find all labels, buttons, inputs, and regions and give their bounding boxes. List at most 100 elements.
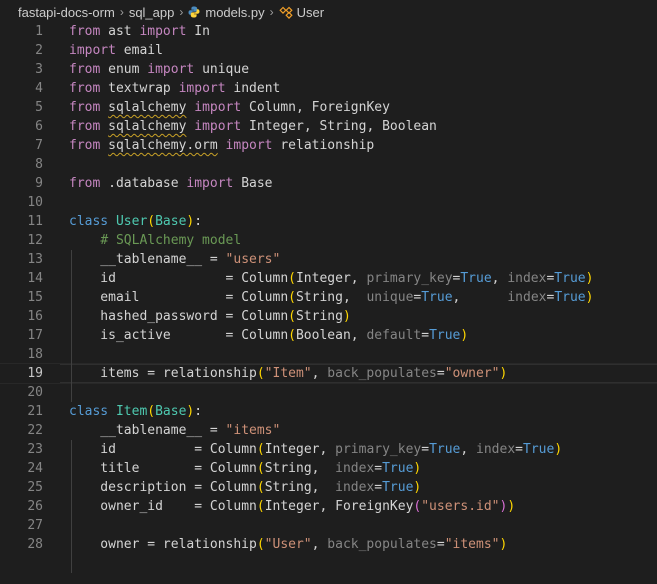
code-line[interactable]: 5 from sqlalchemy import Column, ForeignK… xyxy=(0,98,657,117)
code-token: sqlalchemy.orm xyxy=(108,138,218,153)
code-token: True xyxy=(554,290,586,305)
code-line[interactable]: 27 xyxy=(0,516,657,535)
code-line[interactable]: 13 __tablename__ = "users" xyxy=(0,250,657,269)
code-token: unique xyxy=(194,62,250,77)
code-line[interactable]: 18 xyxy=(0,345,657,364)
code-token: .database xyxy=(100,176,187,191)
code-token: String xyxy=(295,309,343,324)
line-number: 12 xyxy=(27,233,43,248)
line-number: 23 xyxy=(27,442,43,457)
code-line[interactable]: 16 hashed_password = Column(String) xyxy=(0,307,657,326)
breadcrumb-folder-sql-app[interactable]: sql_app xyxy=(129,5,175,20)
code-token: "items" xyxy=(225,423,281,438)
code-line[interactable]: 11 class User(Base): xyxy=(0,212,657,231)
breadcrumb: fastapi-docs-orm › sql_app › models.py ›… xyxy=(0,0,657,24)
line-number: 1 xyxy=(35,24,43,39)
code-text: description = Column(String, index=True) xyxy=(69,478,421,497)
code-token: import xyxy=(194,119,242,134)
code-token: import xyxy=(194,100,242,115)
code-token: Base xyxy=(155,214,187,229)
code-token: Column xyxy=(241,271,289,286)
code-token: index xyxy=(507,271,547,286)
code-line[interactable]: 25 description = Column(String, index=Tr… xyxy=(0,478,657,497)
code-text: items = relationship("Item", back_popula… xyxy=(69,364,507,383)
code-text: email = Column(String, unique=True, inde… xyxy=(69,288,593,307)
code-token: # SQLAlchemy model xyxy=(100,233,242,248)
code-line[interactable]: 20 xyxy=(0,383,657,402)
code-token: primary_key xyxy=(335,442,422,457)
breadcrumb-symbol[interactable]: User xyxy=(278,4,325,20)
line-number: 25 xyxy=(27,480,43,495)
code-line[interactable]: 12 # SQLAlchemy model xyxy=(0,231,657,250)
code-line[interactable]: 26 owner_id = Column(Integer, ForeignKey… xyxy=(0,497,657,516)
chevron-right-icon: › xyxy=(269,5,274,19)
line-number: 26 xyxy=(27,499,43,514)
code-line[interactable]: 9 from .database import Base xyxy=(0,174,657,193)
breadcrumb-file[interactable]: models.py xyxy=(188,4,265,20)
code-token: Column xyxy=(209,480,257,495)
code-token: String, xyxy=(264,480,336,495)
code-token: from xyxy=(69,138,101,153)
code-editor[interactable]: 1 from ast import In 2 import email 3 from en… xyxy=(0,22,657,573)
code-line[interactable]: 15 email = Column(String, unique=True, i… xyxy=(0,288,657,307)
code-token: default xyxy=(366,328,422,343)
code-token: ) xyxy=(499,537,508,552)
code-token: from xyxy=(69,100,101,115)
code-token: Base xyxy=(155,404,187,419)
code-token: = xyxy=(421,328,430,343)
code-line[interactable]: 3 from enum import unique xyxy=(0,60,657,79)
code-line[interactable]: 24 title = Column(String, index=True) xyxy=(0,459,657,478)
code-token: ) xyxy=(507,499,516,514)
code-token: index xyxy=(476,442,516,457)
code-token: class xyxy=(69,404,109,419)
code-token: __tablename__ = xyxy=(69,252,226,267)
code-text: hashed_password = Column(String) xyxy=(69,307,350,326)
code-line[interactable]: 28 owner = relationship("User", back_pop… xyxy=(0,535,657,554)
breadcrumb-folder-root[interactable]: fastapi-docs-orm xyxy=(18,5,115,20)
code-token: index xyxy=(507,290,547,305)
code-token: import xyxy=(178,81,226,96)
line-number: 28 xyxy=(27,537,43,552)
code-line[interactable]: 4 from textwrap import indent xyxy=(0,79,657,98)
code-token: True xyxy=(421,290,453,305)
line-number: 3 xyxy=(35,62,43,77)
line-number: 10 xyxy=(27,195,43,210)
code-text: from enum import unique xyxy=(69,60,249,79)
code-token: ) xyxy=(554,442,563,457)
chevron-right-icon: › xyxy=(179,5,184,19)
code-line[interactable]: 14 id = Column(Integer, primary_key=True… xyxy=(0,269,657,288)
code-line[interactable]: 8 xyxy=(0,155,657,174)
line-number: 8 xyxy=(35,157,43,172)
code-line[interactable]: 23 id = Column(Integer, primary_key=True… xyxy=(0,440,657,459)
line-number: 16 xyxy=(27,309,43,324)
code-token: ( xyxy=(147,214,156,229)
code-line[interactable]: 21 class Item(Base): xyxy=(0,402,657,421)
line-number: 7 xyxy=(35,138,43,153)
code-token: ( xyxy=(256,442,265,457)
line-number: 2 xyxy=(35,43,43,58)
indent-guide-item-class xyxy=(71,440,72,573)
code-token: User xyxy=(115,214,148,229)
code-token: = xyxy=(515,442,523,457)
code-line[interactable]: 17 is_active = Column(Boolean, default=T… xyxy=(0,326,657,345)
code-line[interactable]: 10 xyxy=(0,193,657,212)
code-token: index xyxy=(335,480,375,495)
code-token: id = xyxy=(69,442,210,457)
code-token: ) xyxy=(585,271,594,286)
breadcrumb-symbol-label: User xyxy=(296,4,325,20)
code-line[interactable]: 7 from sqlalchemy.orm import relationship xyxy=(0,136,657,155)
code-line[interactable]: 19 items = relationship("Item", back_pop… xyxy=(0,363,657,384)
code-token: : xyxy=(194,214,203,229)
code-line[interactable]: 22 __tablename__ = "items" xyxy=(0,421,657,440)
code-token: True xyxy=(554,271,586,286)
code-token: ( xyxy=(256,499,265,514)
breadcrumb-file-label: models.py xyxy=(205,4,265,20)
code-line[interactable]: 1 from ast import In xyxy=(0,22,657,41)
code-token: Base xyxy=(233,176,273,191)
code-line[interactable]: 2 import email xyxy=(0,41,657,60)
code-token: True xyxy=(382,480,414,495)
code-token: In xyxy=(186,24,210,39)
code-token: textwrap xyxy=(100,81,179,96)
code-line[interactable]: 6 from sqlalchemy import Integer, String,… xyxy=(0,117,657,136)
